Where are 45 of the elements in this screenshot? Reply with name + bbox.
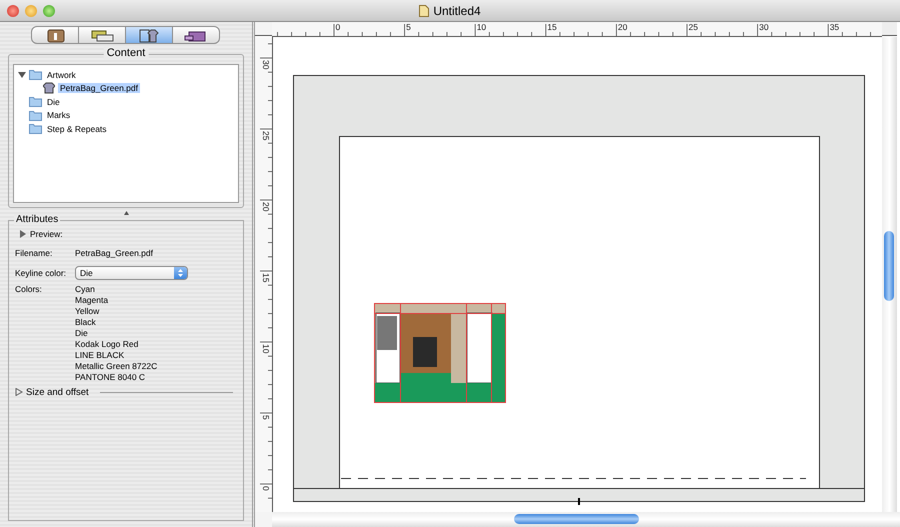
color-name: Black — [75, 317, 97, 328]
vertical-ruler: 30 25 20 15 10 5 0 — [255, 37, 273, 512]
folder-icon — [29, 96, 42, 108]
window-title: Untitled4 — [433, 4, 481, 18]
folder-icon — [29, 110, 42, 121]
keyline-color-dropdown[interactable]: Die — [75, 266, 188, 280]
color-name: Die — [75, 328, 89, 338]
disclosure-triangle-icon[interactable] — [18, 70, 26, 79]
tree-item[interactable]: Die — [45, 96, 62, 107]
color-name: Yellow — [75, 306, 100, 316]
panel-tab[interactable] — [78, 26, 126, 44]
horizontal-scrollbar[interactable] — [255, 512, 900, 527]
color-name: Cyan — [75, 284, 96, 294]
shirt-icon — [43, 82, 55, 94]
vertical-scrollbar[interactable] — [882, 37, 897, 512]
splitter-handle-icon[interactable] — [124, 211, 128, 215]
document-icon — [419, 4, 430, 16]
position-marker — [578, 498, 580, 505]
disclosure-triangle-icon[interactable] — [19, 230, 27, 238]
panel-title: Attributes — [14, 214, 60, 225]
horizontal-ruler: 0 5 10 15 20 25 30 35 — [272, 22, 882, 37]
color-name: Kodak Logo Red — [75, 339, 140, 350]
tree-item[interactable]: PetraBag_Green.pdf — [58, 83, 140, 94]
color-name: Magenta — [75, 295, 110, 306]
panel-tab[interactable] — [172, 26, 220, 44]
color-name: PANTONE 8040 C — [75, 372, 146, 382]
tree-item[interactable]: Marks — [45, 110, 72, 120]
folder-icon — [29, 69, 42, 80]
color-name: LINE BLACK — [75, 350, 126, 360]
filename-label: Filename: — [15, 248, 54, 258]
scrollbar-corner — [882, 22, 897, 36]
panel-tab[interactable] — [31, 26, 79, 44]
section-label: Size and offset — [26, 386, 89, 398]
disclosure-triangle-icon[interactable] — [15, 388, 23, 396]
panel-tab[interactable] — [125, 26, 173, 44]
keyline-color-label: Keyline color: — [15, 268, 68, 278]
color-name: Metallic Green 8722C — [75, 361, 158, 372]
folder-icon — [29, 123, 42, 134]
tree-item[interactable]: Artwork — [45, 70, 78, 80]
colors-label: Colors: — [15, 284, 43, 294]
filename-value: PetraBag_Green.pdf — [75, 248, 153, 258]
panel-title: Content — [104, 47, 148, 59]
tree-item[interactable]: Step & Repeats — [45, 124, 109, 134]
close-button[interactable] — [7, 4, 19, 16]
preview-label: Preview: — [30, 229, 63, 239]
